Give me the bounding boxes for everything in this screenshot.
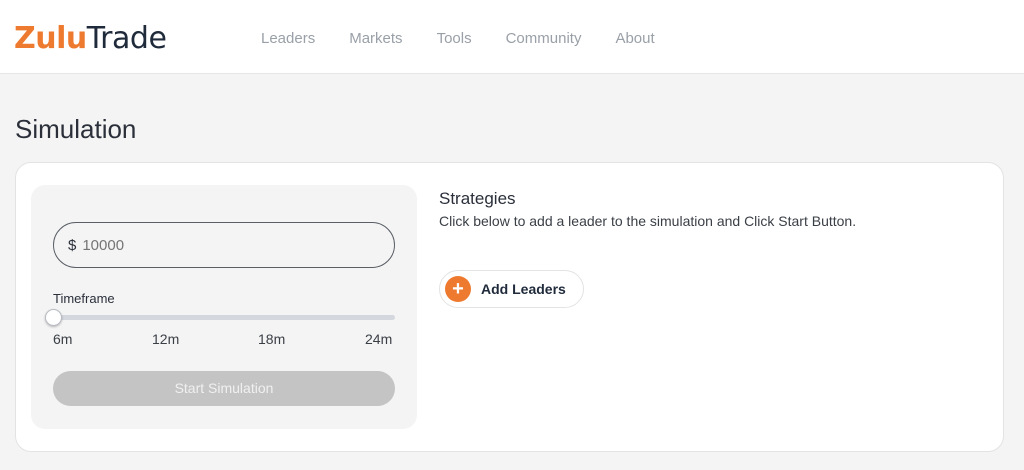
plus-icon: +	[445, 276, 471, 302]
timeframe-tick-12m[interactable]: 12m	[152, 331, 179, 347]
nav-tools[interactable]: Tools	[437, 30, 472, 47]
zulutrade-logo[interactable]: Zulu Trade	[14, 20, 167, 56]
timeframe-slider-thumb[interactable]	[45, 309, 62, 326]
nav-about[interactable]: About	[615, 30, 654, 47]
nav-markets[interactable]: Markets	[349, 30, 402, 47]
nav-leaders[interactable]: Leaders	[261, 30, 315, 47]
timeframe-label: Timeframe	[53, 291, 115, 306]
add-leaders-button[interactable]: + Add Leaders	[439, 270, 584, 308]
main-nav: Leaders Markets Tools Community About	[261, 30, 689, 47]
add-leaders-label: Add Leaders	[481, 281, 566, 297]
timeframe-tick-6m[interactable]: 6m	[53, 331, 72, 347]
strategies-description: Click below to add a leader to the simul…	[439, 213, 857, 229]
amount-input[interactable]	[82, 236, 363, 254]
timeframe-slider-track[interactable]	[53, 315, 395, 320]
page-title: Simulation	[15, 114, 137, 144]
timeframe-tick-18m[interactable]: 18m	[258, 331, 285, 347]
simulation-card: $ Timeframe 6m 12m 18m 24m Start Simulat…	[15, 162, 1004, 452]
start-simulation-button[interactable]: Start Simulation	[53, 371, 395, 406]
nav-community[interactable]: Community	[506, 30, 582, 47]
timeframe-tick-24m[interactable]: 24m	[365, 331, 392, 347]
simulation-settings-panel: $ Timeframe 6m 12m 18m 24m Start Simulat…	[31, 185, 417, 429]
top-header: Zulu Trade Leaders Markets Tools Communit…	[0, 0, 1024, 74]
amount-field[interactable]: $	[53, 222, 395, 268]
strategies-title: Strategies	[439, 189, 516, 208]
currency-symbol: $	[68, 236, 77, 254]
